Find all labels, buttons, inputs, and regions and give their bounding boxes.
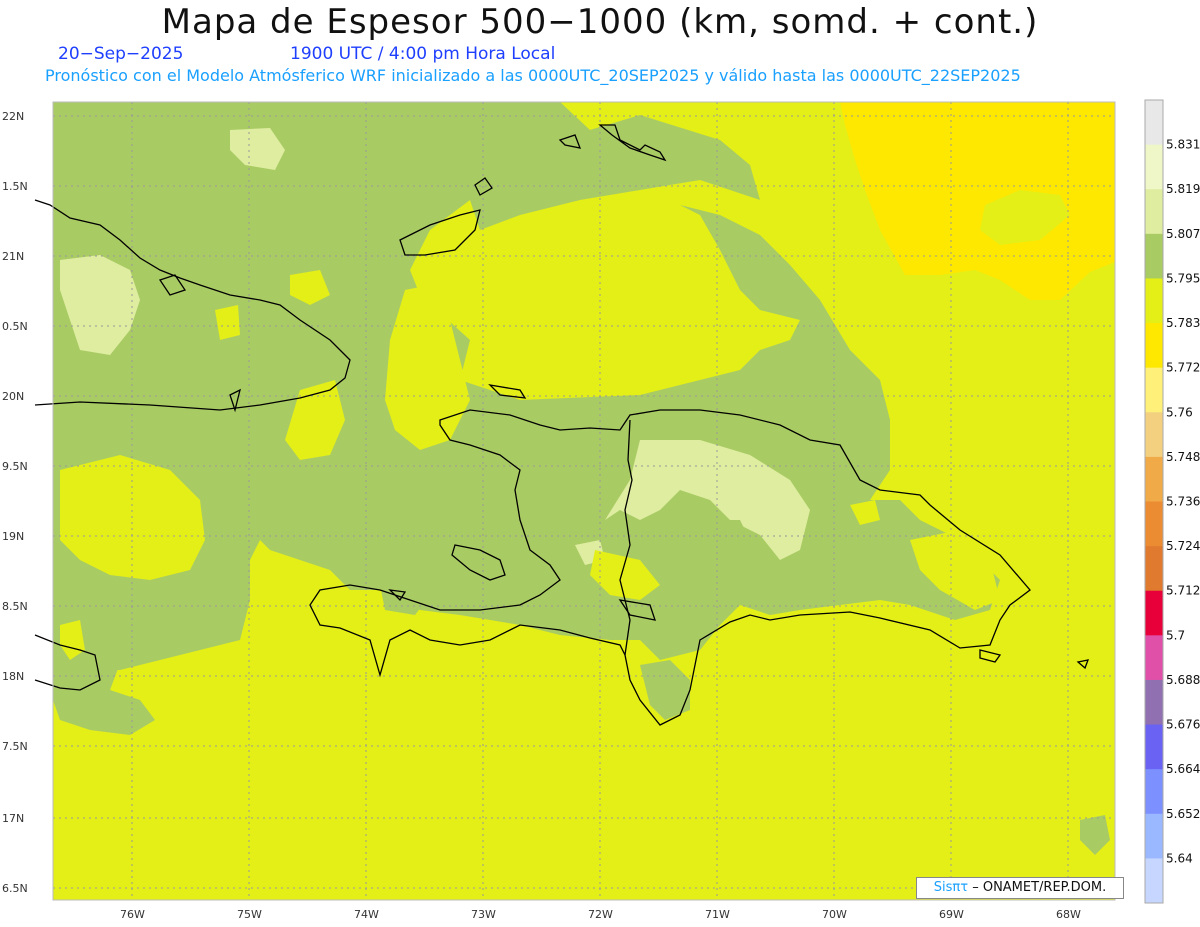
colorbar-label: 5.724 [1166, 539, 1200, 553]
lon-label: 75W [237, 908, 262, 921]
lat-label: 1.5N [2, 180, 28, 193]
lat-label: 18N [2, 670, 24, 683]
lon-label: 72W [588, 908, 613, 921]
colorbar-swatch [1145, 501, 1163, 547]
colorbar-label: 5.783 [1166, 316, 1200, 330]
colorbar-swatch [1145, 813, 1163, 859]
colorbar-swatch [1145, 858, 1163, 904]
colorbar-label: 5.772 [1166, 361, 1200, 375]
colorbar-swatch [1145, 233, 1163, 279]
lat-label: 6.5N [2, 882, 28, 895]
colorbar-swatch [1145, 100, 1163, 146]
credit-text: – ONAMET/REP.DOM. [972, 880, 1107, 895]
colorbar-swatch [1145, 323, 1163, 369]
lat-label: 7.5N [2, 740, 28, 753]
colorbar-swatch [1145, 590, 1163, 636]
colorbar-label: 5.688 [1166, 673, 1200, 687]
colorbar-label: 5.7 [1166, 628, 1185, 642]
colorbar-swatch [1145, 189, 1163, 235]
colorbar-swatch [1145, 679, 1163, 726]
lat-label: 8.5N [2, 600, 28, 613]
lon-axis: 76W 75W 74W 73W 72W 71W 70W 69W 68W [120, 908, 1081, 921]
colorbar-label: 5.819 [1166, 182, 1200, 196]
credit-box: Sisπτ – ONAMET/REP.DOM. [916, 877, 1124, 899]
colorbar-label: 5.64 [1166, 851, 1193, 865]
lat-label: 9.5N [2, 460, 28, 473]
lon-label: 71W [705, 908, 730, 921]
colorbar-swatch [1145, 144, 1163, 190]
lon-label: 74W [354, 908, 379, 921]
colorbar-swatch [1145, 456, 1163, 502]
credit-brand: Sisπτ [933, 880, 969, 895]
lon-label: 76W [120, 908, 145, 921]
colorbar-label: 5.748 [1166, 450, 1200, 464]
lat-label: 19N [2, 530, 24, 543]
colorbar-label: 5.76 [1166, 405, 1193, 419]
lat-label: 20N [2, 390, 24, 403]
colorbar-swatch [1145, 769, 1163, 815]
lon-label: 68W [1056, 908, 1081, 921]
lat-axis: 22N 1.5N 21N 0.5N 20N 9.5N 19N 8.5N 18N … [2, 110, 28, 895]
colorbar-swatch [1145, 724, 1163, 770]
colorbar-label: 5.831 [1166, 138, 1200, 152]
lat-label: 21N [2, 250, 24, 263]
colorbar-label: 5.807 [1166, 227, 1200, 241]
colorbar-swatch [1145, 412, 1163, 458]
colorbar-label: 5.664 [1166, 762, 1200, 776]
colorbar-swatch [1145, 367, 1163, 413]
colorbar-label: 5.652 [1166, 807, 1200, 821]
colorbar-label: 5.736 [1166, 495, 1200, 509]
colorbar: 5.831 5.819 5.807 5.795 5.783 5.772 5.76 5.748 5… [1144, 99, 1200, 904]
lon-label: 73W [471, 908, 496, 921]
lon-label: 70W [822, 908, 847, 921]
colorbar-label: 5.676 [1166, 718, 1200, 732]
lon-label: 69W [939, 908, 964, 921]
colorbar-label: 5.712 [1166, 584, 1200, 598]
lat-label: 22N [2, 110, 24, 123]
lat-label: 0.5N [2, 320, 28, 333]
colorbar-swatch [1145, 278, 1163, 324]
colorbar-swatch [1145, 546, 1163, 592]
colorbar-label: 5.795 [1166, 271, 1200, 285]
thickness-map: 22N 1.5N 21N 0.5N 20N 9.5N 19N 8.5N 18N … [2, 99, 1200, 921]
lat-label: 17N [2, 812, 24, 825]
colorbar-swatch [1145, 635, 1163, 681]
